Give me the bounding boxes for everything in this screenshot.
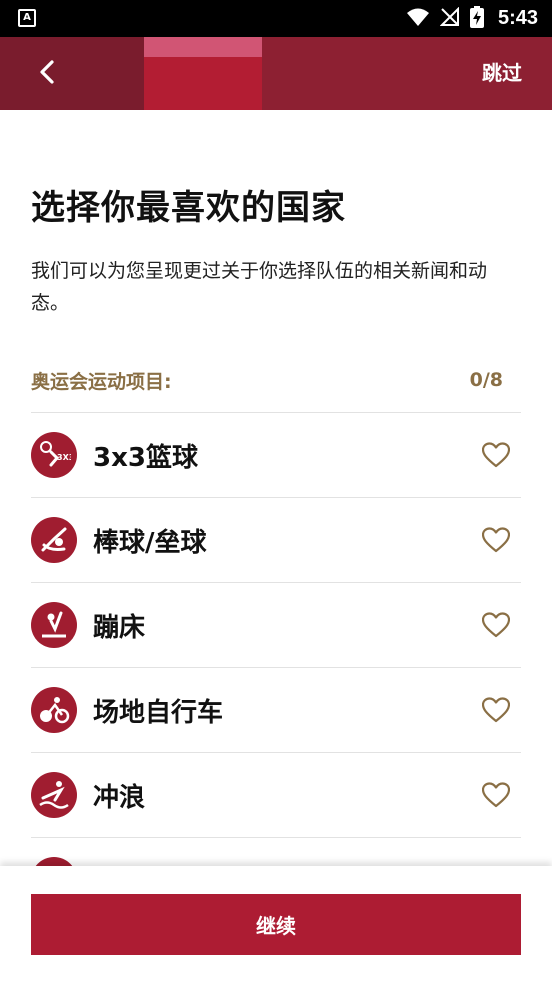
heart-icon[interactable] <box>481 440 511 470</box>
bottom-panel: 继续 <box>0 866 552 981</box>
selection-count: 0/8 <box>469 369 503 391</box>
page-description: 我们可以为您呈现更过关于你选择队伍的相关新闻和动态。 <box>31 260 488 314</box>
list-item[interactable]: 冲浪 <box>31 752 521 837</box>
sport-name: 冲浪 <box>93 782 146 813</box>
status-time: 5:43 <box>497 7 538 29</box>
header-color-block <box>144 37 262 110</box>
list-item[interactable]: 场地自行车 <box>31 667 521 752</box>
heart-icon[interactable] <box>481 525 511 555</box>
track-cycling-icon <box>31 687 77 733</box>
app-bar: 跳过 <box>0 37 552 110</box>
app-notification-icon: A <box>18 9 36 27</box>
status-icons: 5:43 <box>406 0 538 37</box>
battery-charging-icon <box>469 5 484 32</box>
heart-icon[interactable] <box>481 695 511 725</box>
basketball-3x3-icon: 3X3 <box>31 432 77 478</box>
baseball-softball-icon <box>31 517 77 563</box>
wifi-icon <box>406 7 430 31</box>
continue-button[interactable]: 继续 <box>31 894 521 955</box>
sport-list: 3X3 3x3篮球 棒球/垒球 蹦床 场地自行车 <box>31 412 521 922</box>
chevron-left-icon <box>37 59 57 89</box>
sport-name: 蹦床 <box>93 612 146 643</box>
header-color-block <box>0 37 144 110</box>
surfing-icon <box>31 772 77 818</box>
back-button[interactable] <box>28 55 66 93</box>
sport-name: 棒球/垒球 <box>93 527 207 558</box>
heart-icon[interactable] <box>481 610 511 640</box>
list-item[interactable]: 蹦床 <box>31 582 521 667</box>
sport-name: 3x3篮球 <box>93 442 198 473</box>
trampoline-icon <box>31 602 77 648</box>
list-item[interactable]: 棒球/垒球 <box>31 497 521 582</box>
section-label: 奥运会运动项目: <box>31 370 172 393</box>
page-title: 选择你最喜欢的国家 <box>31 188 346 228</box>
status-bar: A 5:43 <box>0 0 552 37</box>
skip-button[interactable]: 跳过 <box>482 37 522 110</box>
list-item[interactable]: 3X3 3x3篮球 <box>31 412 521 497</box>
sport-name: 场地自行车 <box>93 697 224 728</box>
no-signal-icon <box>439 6 460 31</box>
section-header: 奥运会运动项目: 0/8 <box>31 364 503 396</box>
svg-text:3X3: 3X3 <box>57 453 71 462</box>
header-stripe <box>144 37 262 57</box>
heart-icon[interactable] <box>481 780 511 810</box>
